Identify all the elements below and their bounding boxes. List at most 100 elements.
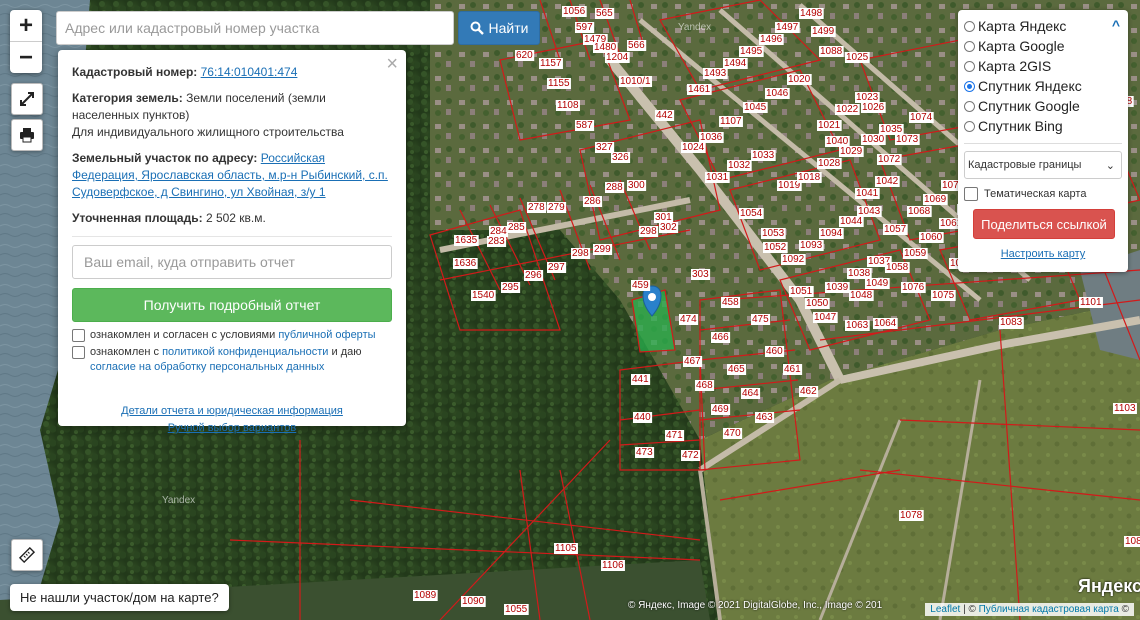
radio-button[interactable] <box>964 80 975 92</box>
map-attribution: Leaflet | © Публичная кадастровая карта … <box>925 603 1134 616</box>
get-report-button[interactable]: Получить подробный отчет <box>72 288 392 322</box>
parcel-number-label: 1053 <box>762 228 785 239</box>
print-button[interactable] <box>11 119 43 151</box>
parcel-number-label: 298 <box>640 226 657 237</box>
offer-checkbox[interactable] <box>72 329 85 342</box>
parcel-number-label: 1057 <box>884 224 907 235</box>
parcel-number-label: 460 <box>766 346 783 357</box>
parcel-number-label: 1497 <box>776 22 799 33</box>
watermark-text: Yandex <box>162 495 196 506</box>
layer-switcher-panel: ^ Карта Яндекс Карта Google Карта 2GIS Спут… <box>958 10 1128 272</box>
parcel-number-label: 471 <box>666 430 683 441</box>
layer-option[interactable]: Карта Google <box>964 36 1122 56</box>
privacy-checkbox[interactable] <box>72 346 85 359</box>
parcel-number-label: 1026 <box>862 102 885 113</box>
radio-button[interactable] <box>964 60 975 72</box>
radio-button[interactable] <box>964 40 975 52</box>
measure-button[interactable] <box>11 539 43 571</box>
parcel-number-label: 1092 <box>782 254 805 265</box>
overlay-select[interactable]: Кадастровые границы ⌄ <box>964 151 1122 179</box>
not-found-button[interactable]: Не нашли участок/дом на карте? <box>10 584 229 611</box>
layer-option-label: Карта 2GIS <box>978 58 1052 74</box>
zoom-control: + − <box>10 10 42 73</box>
layer-option[interactable]: Спутник Bing <box>964 116 1122 136</box>
personal-data-consent-link[interactable]: согласие на обработку персональных данны… <box>90 361 324 373</box>
parcel-number-label: 458 <box>722 297 739 308</box>
privacy-text-2: и даю <box>331 346 362 358</box>
offer-consent-text: ознакомлен и согласен с условиями публич… <box>90 328 376 343</box>
copyright-symbol: © <box>1121 604 1129 615</box>
parcel-number-label: 1058 <box>886 262 909 273</box>
radio-button[interactable] <box>964 120 975 132</box>
layer-option[interactable]: Спутник Google <box>964 96 1122 116</box>
parcel-number-label: 279 <box>548 202 565 213</box>
area-row: Уточненная площадь: 2 502 кв.м. <box>72 210 392 227</box>
privacy-consent-text: ознакомлен с политикой конфиденциальност… <box>90 345 392 375</box>
fullscreen-button[interactable] <box>11 83 43 115</box>
manual-selection-link[interactable]: Ручной выбор вариантов <box>72 420 392 437</box>
layer-option[interactable]: Карта 2GIS <box>964 56 1122 76</box>
leaflet-link[interactable]: Leaflet <box>930 604 960 615</box>
parcel-number-label: 1496 <box>760 34 783 45</box>
offer-link[interactable]: публичной оферты <box>278 329 375 341</box>
parcel-number-label: 303 <box>692 269 709 280</box>
parcel-number-label: 1032 <box>728 160 751 171</box>
radio-button[interactable] <box>964 100 975 112</box>
parcel-number-label: 461 <box>784 364 801 375</box>
parcel-number-label: 1085 <box>1125 536 1140 547</box>
parcel-number-label: 1054 <box>740 208 763 219</box>
layer-option[interactable]: Карта Яндекс <box>964 16 1122 36</box>
parcel-number-label: 1498 <box>800 8 823 19</box>
parcel-number-label: 1050 <box>806 298 829 309</box>
zoom-in-button[interactable]: + <box>10 10 42 41</box>
layer-option-label: Спутник Google <box>978 98 1080 114</box>
parcel-number-label: 1047 <box>814 312 837 323</box>
land-usage-value: Для индивидуального жилищного строительс… <box>72 125 344 139</box>
yandex-logo: Яндекс <box>1078 576 1140 596</box>
cadastral-number-label: Кадастровый номер: <box>72 65 198 79</box>
thematic-map-checkbox[interactable] <box>964 187 978 201</box>
parcel-number-label: 467 <box>684 356 701 367</box>
thematic-map-toggle[interactable]: Тематическая карта <box>964 187 1122 201</box>
parcel-number-label: 327 <box>596 142 613 153</box>
pkk-link[interactable]: Публичная кадастровая карта <box>979 604 1119 615</box>
search-input[interactable] <box>56 11 454 45</box>
parcel-number-label: 278 <box>528 202 545 213</box>
offer-consent: ознакомлен и согласен с условиями публич… <box>72 328 392 343</box>
parcel-number-label: 1021 <box>818 120 841 131</box>
land-category-label: Категория земель: <box>72 91 183 105</box>
overlay-select-value: Кадастровые границы <box>968 159 1082 171</box>
parcel-number-label: 1031 <box>706 172 729 183</box>
configure-map-link[interactable]: Настроить карту <box>964 248 1122 260</box>
chevron-up-icon[interactable]: ^ <box>1112 17 1120 33</box>
divider <box>72 236 392 237</box>
report-details-link[interactable]: Детали отчета и юридическая информация <box>72 403 392 420</box>
parcel-number-label: 1072 <box>878 154 901 165</box>
parcel-number-label: 1461 <box>688 84 711 95</box>
parcel-number-label: 295 <box>502 282 519 293</box>
parcel-number-label: 1074 <box>910 112 933 123</box>
layer-option-label: Карта Google <box>978 38 1065 54</box>
parcel-number-label: 1046 <box>766 88 789 99</box>
close-icon[interactable]: × <box>386 54 398 74</box>
parcel-number-label: 1157 <box>540 58 562 69</box>
land-category-row: Категория земель: Земли поселений (земли… <box>72 90 392 141</box>
parcel-number-label: 288 <box>606 182 623 193</box>
zoom-out-button[interactable]: − <box>10 41 42 73</box>
email-field[interactable] <box>72 245 392 279</box>
radio-button[interactable] <box>964 20 975 32</box>
parcel-number-label: 1063 <box>846 320 869 331</box>
search-button-label: Найти <box>488 20 529 36</box>
cadastral-number-link[interactable]: 76:14:010401:474 <box>201 65 298 79</box>
parcel-number-label: 1101 <box>1080 297 1102 308</box>
parcel-number-label: 462 <box>800 386 817 397</box>
parcel-number-label: 1093 <box>800 240 823 251</box>
privacy-text-1: ознакомлен с <box>90 346 160 358</box>
parcel-number-label: 299 <box>594 244 611 255</box>
search-button[interactable]: Найти <box>458 11 540 45</box>
layer-option[interactable]: Спутник Яндекс <box>964 76 1122 96</box>
parcel-number-label: 1090 <box>462 596 485 607</box>
privacy-consent: ознакомлен с политикой конфиденциальност… <box>72 345 392 375</box>
privacy-policy-link[interactable]: политикой конфиденциальности <box>162 346 328 358</box>
share-link-button[interactable]: Поделиться ссылкой <box>973 209 1115 239</box>
